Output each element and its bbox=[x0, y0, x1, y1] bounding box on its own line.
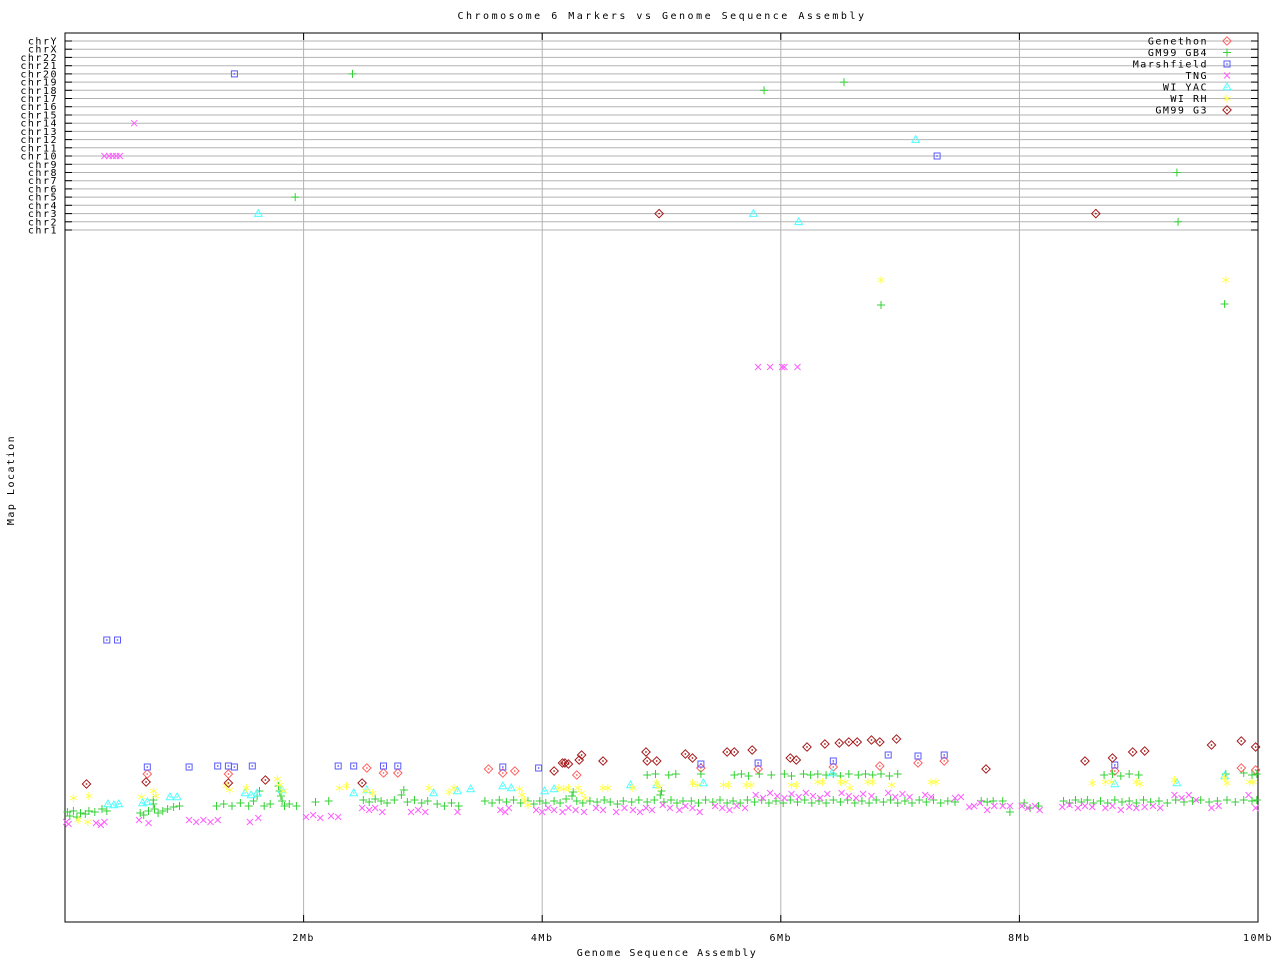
x-tick-label-6Mb: 6Mb bbox=[770, 933, 793, 944]
legend-label-genethon: Genethon bbox=[1148, 37, 1208, 48]
legend-label-wi-yac: WI YAC bbox=[1163, 83, 1208, 94]
legend-label-wi-rh: WI RH bbox=[1170, 94, 1208, 105]
x-tick-label-10Mb: 10Mb bbox=[1243, 933, 1273, 944]
y-axis-label: Map Location bbox=[6, 435, 17, 525]
series-points-wi-rh bbox=[69, 276, 1257, 826]
legend-label-gm99-g3: GM99 G3 bbox=[1155, 106, 1208, 117]
chart-canvas: Chromosome 6 Markers vs Genome Sequence … bbox=[0, 0, 1280, 965]
series-points-marshfield bbox=[103, 70, 1119, 772]
x-tick-label-4Mb: 4Mb bbox=[531, 933, 554, 944]
legend: GenethonGM99 GB4MarshfieldTNGWI YACWI RH… bbox=[1133, 36, 1232, 117]
scatter-plot: Chromosome 6 Markers vs Genome Sequence … bbox=[6, 11, 1273, 959]
x-tick-label-2Mb: 2Mb bbox=[292, 933, 315, 944]
series-points-gm99-g3 bbox=[81, 208, 1261, 789]
plot-generated-content: 2Mb 4Mb 6Mb 8Mb 10MbchrYchrXchr22chr21chr20c… bbox=[20, 32, 1273, 944]
series-points-tng bbox=[62, 119, 1259, 829]
legend-marker-wi-yac bbox=[1222, 81, 1232, 91]
legend-label-marshfield: Marshfield bbox=[1133, 60, 1208, 71]
legend-label-tng: TNG bbox=[1185, 71, 1208, 82]
series-points-gm99-gb4 bbox=[63, 69, 1261, 821]
legend-label-gm99-gb4: GM99 GB4 bbox=[1148, 48, 1208, 59]
x-axis-label: Genome Sequence Assembly bbox=[577, 948, 758, 959]
chrom-row-label-chr1: chr1 bbox=[28, 226, 58, 237]
chart-title: Chromosome 6 Markers vs Genome Sequence … bbox=[458, 11, 867, 22]
x-tick-label-8Mb: 8Mb bbox=[1008, 933, 1031, 944]
series-points-genethon bbox=[142, 756, 1261, 780]
series-points-wi-yac bbox=[103, 134, 1230, 809]
